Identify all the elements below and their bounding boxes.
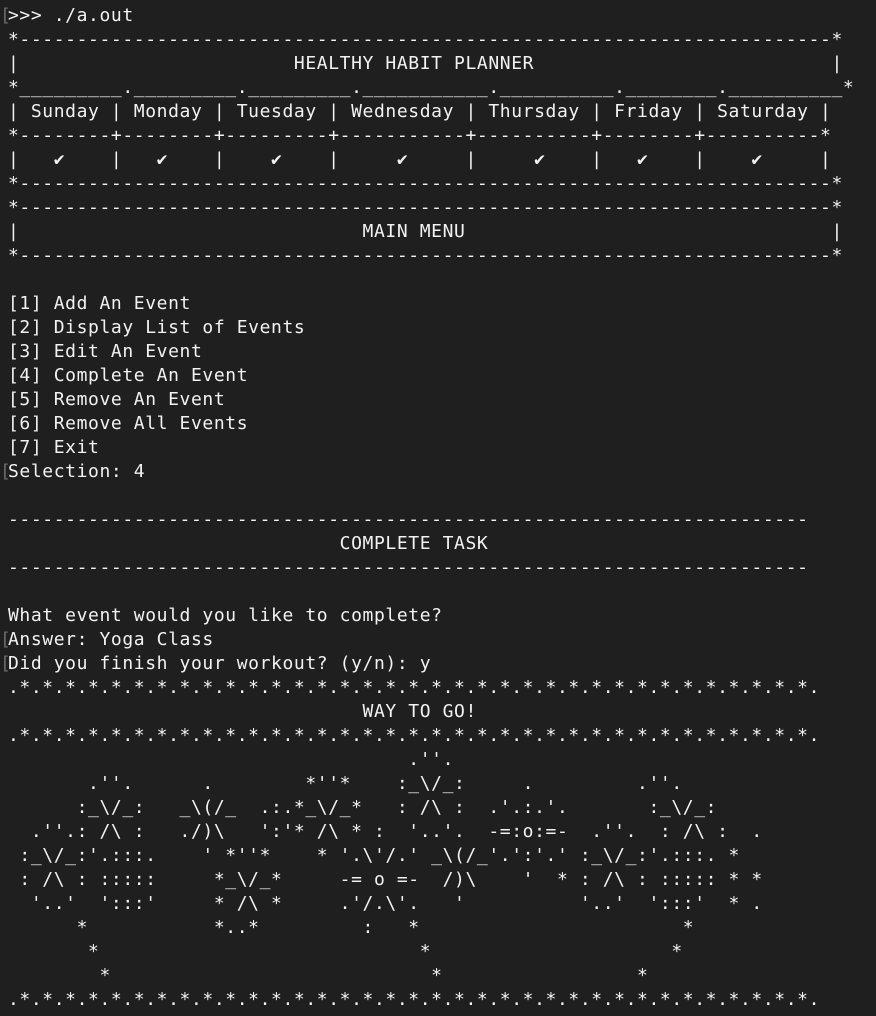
terminal-line-text: Selection: 4	[8, 461, 146, 482]
prompt-marker: [	[0, 629, 12, 650]
terminal-line-text: | MAIN MENU |	[8, 221, 843, 242]
terminal-line-text: [4] Complete An Event	[8, 365, 249, 386]
terminal-line-text: '..' ':::' * /\ * .'/.\'. ' '..' ':::' *…	[8, 893, 763, 914]
terminal-line: COMPLETE TASK	[8, 532, 876, 556]
terminal-line-text: *---------------------------------------…	[8, 29, 843, 50]
terminal-line-text: What event would you like to complete?	[8, 605, 443, 626]
terminal-line-text: ----------------------------------------…	[8, 557, 809, 578]
terminal-line-text: [2] Display List of Events	[8, 317, 306, 338]
terminal-line: [Did you finish your workout? (y/n): y	[0, 652, 876, 676]
terminal-line: :_\/_: _\(/_ .:.*_\/_* : /\ : .'.:.'. :_…	[8, 796, 876, 820]
terminal-line-text: *---------------------------------------…	[8, 245, 843, 266]
terminal-line: *_________._________._________._________…	[8, 76, 876, 100]
terminal-line-text: >>> ./a.out	[8, 5, 134, 26]
terminal-line-text: :_\/_:'.:::. ' *''* * '.\'/.' _\(/_'.':'…	[8, 845, 740, 866]
terminal-line: : /\ : ::::: *_\/_* -= o =- /)\ ' * : /\…	[8, 868, 876, 892]
terminal-line: [1] Add An Event	[8, 292, 876, 316]
terminal-line-text: .*.*.*.*.*.*.*.*.*.*.*.*.*.*.*.*.*.*.*.*…	[8, 725, 821, 746]
terminal-line-text: .''.: /\ : ./)\ ':'* /\ * : '..'. -=:o:=…	[8, 821, 763, 842]
terminal-line: :_\/_:'.:::. ' *''* * '.\'/.' _\(/_'.':'…	[8, 844, 876, 868]
terminal-line: .*.*.*.*.*.*.*.*.*.*.*.*.*.*.*.*.*.*.*.*…	[8, 988, 876, 1012]
terminal-line: *---------------------------------------…	[8, 196, 876, 220]
terminal-line-text: *--------+--------+---------+-----------…	[8, 125, 832, 146]
terminal-line-text: *_________._________._________._________…	[8, 77, 855, 98]
terminal-line: .''.: /\ : ./)\ ':'* /\ * : '..'. -=:o:=…	[8, 820, 876, 844]
terminal-line-text: *---------------------------------------…	[8, 197, 843, 218]
terminal-line: * * *	[8, 964, 876, 988]
terminal-line-text: [1] Add An Event	[8, 293, 191, 314]
terminal-line: | HEALTHY HABIT PLANNER |	[8, 52, 876, 76]
terminal-line: *---------------------------------------…	[8, 28, 876, 52]
prompt-marker: [	[0, 653, 12, 674]
terminal-line: | Sunday | Monday | Tuesday | Wednesday …	[8, 100, 876, 124]
terminal-line: [4] Complete An Event	[8, 364, 876, 388]
terminal-line: .''.	[8, 748, 876, 772]
terminal-line: [2] Display List of Events	[8, 316, 876, 340]
terminal-line-text: * *..* : * *	[8, 917, 695, 938]
terminal-line-text: | Sunday | Monday | Tuesday | Wednesday …	[8, 101, 832, 122]
prompt-marker: [	[0, 461, 12, 482]
terminal-line: [3] Edit An Event	[8, 340, 876, 364]
terminal-line-text: ----------------------------------------…	[8, 509, 809, 530]
terminal-line-text: COMPLETE TASK	[8, 533, 489, 554]
terminal-line-text: [3] Edit An Event	[8, 341, 203, 362]
terminal-line: .''. . *''* :_\/_: . .''.	[8, 772, 876, 796]
terminal-line: [6] Remove All Events	[8, 412, 876, 436]
terminal-line: [>>> ./a.out	[0, 4, 876, 28]
terminal-line: [Selection: 4	[0, 460, 876, 484]
terminal-line: WAY TO GO!	[8, 700, 876, 724]
prompt-marker: [	[0, 5, 12, 26]
terminal-line-text: .*.*.*.*.*.*.*.*.*.*.*.*.*.*.*.*.*.*.*.*…	[8, 989, 821, 1010]
terminal-line: ----------------------------------------…	[8, 508, 876, 532]
terminal-line: [5] Remove An Event	[8, 388, 876, 412]
terminal-line: * * *	[8, 940, 876, 964]
terminal-line-text: *---------------------------------------…	[8, 173, 843, 194]
terminal-line: *---------------------------------------…	[8, 244, 876, 268]
terminal-line: *---------------------------------------…	[8, 172, 876, 196]
terminal-line-text: [5] Remove An Event	[8, 389, 226, 410]
terminal-line: ----------------------------------------…	[8, 556, 876, 580]
terminal-line-text: .''.	[8, 749, 455, 770]
terminal-line: *--------+--------+---------+-----------…	[8, 124, 876, 148]
terminal-line-text: Answer: Yoga Class	[8, 629, 214, 650]
terminal-line-text: :_\/_: _\(/_ .:.*_\/_* : /\ : .'.:.'. :_…	[8, 797, 718, 818]
terminal-line: [Answer: Yoga Class	[0, 628, 876, 652]
terminal-line-text: | HEALTHY HABIT PLANNER |	[8, 53, 843, 74]
terminal-line: '..' ':::' * /\ * .'/.\'. ' '..' ':::' *…	[8, 892, 876, 916]
terminal-window[interactable]: [>>> ./a.out *---------------------------…	[0, 0, 876, 1016]
terminal-line-text: .*.*.*.*.*.*.*.*.*.*.*.*.*.*.*.*.*.*.*.*…	[8, 677, 821, 698]
terminal-line: | MAIN MENU |	[8, 220, 876, 244]
terminal-line-text: .''. . *''* :_\/_: . .''.	[8, 773, 683, 794]
terminal-line-text: : /\ : ::::: *_\/_* -= o =- /)\ ' * : /\…	[8, 869, 763, 890]
terminal-line: .*.*.*.*.*.*.*.*.*.*.*.*.*.*.*.*.*.*.*.*…	[8, 676, 876, 700]
terminal-line-text: WAY TO GO!	[8, 701, 477, 722]
terminal-line-text: * * *	[8, 965, 649, 986]
terminal-line-text: * * *	[8, 941, 683, 962]
terminal-line-text: Did you finish your workout? (y/n): y	[8, 653, 432, 674]
terminal-line-text: [6] Remove All Events	[8, 413, 249, 434]
terminal-line-text: | ✔ | ✔ | ✔ | ✔ | ✔ | ✔ | ✔ |	[8, 149, 832, 170]
terminal-line: .*.*.*.*.*.*.*.*.*.*.*.*.*.*.*.*.*.*.*.*…	[8, 724, 876, 748]
terminal-line: What event would you like to complete?	[8, 604, 876, 628]
terminal-line: [7] Exit	[8, 436, 876, 460]
terminal-line-text: [7] Exit	[8, 437, 100, 458]
terminal-line: | ✔ | ✔ | ✔ | ✔ | ✔ | ✔ | ✔ |	[8, 148, 876, 172]
terminal-line: * *..* : * *	[8, 916, 876, 940]
